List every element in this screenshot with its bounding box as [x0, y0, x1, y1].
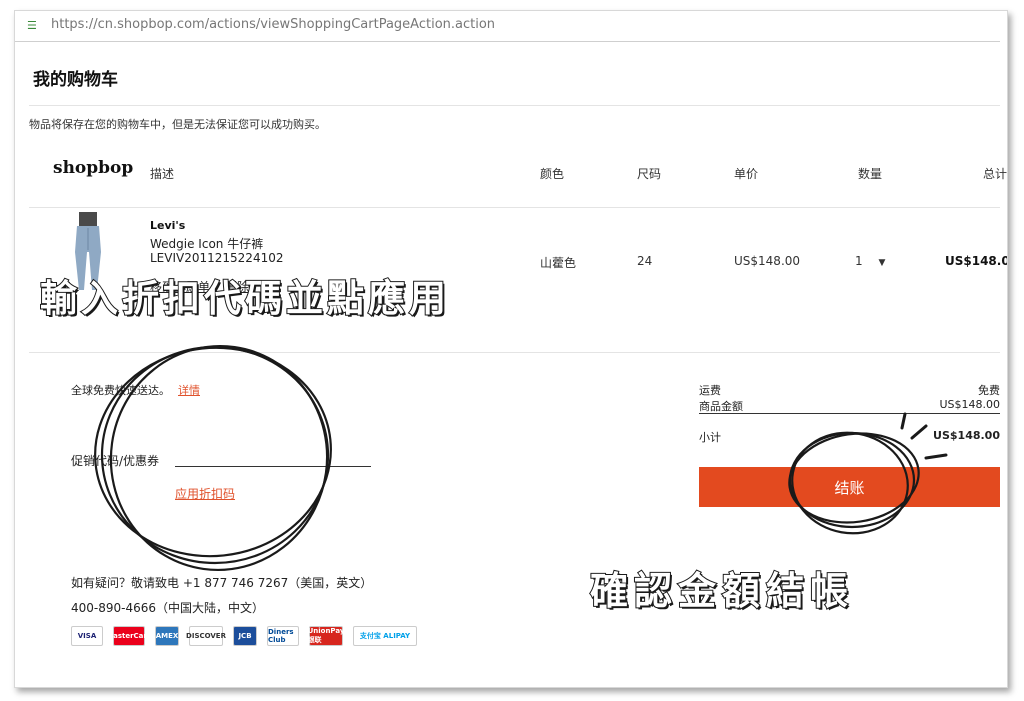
promo-code-input[interactable] [175, 446, 371, 467]
chevron-down-icon: ▼ [878, 258, 886, 268]
payment-badge-2: AMEX [155, 626, 179, 646]
merchandise-label: 商品金额 [699, 400, 743, 413]
checkout-button[interactable]: 结账 [699, 467, 1000, 507]
header-unit-price: 单价 [734, 167, 759, 181]
annotation-apply-code: 輸入折扣代碼並點應用 [39, 276, 450, 321]
quantity-value: 1 [855, 254, 863, 268]
merchandise-value: US$148.00 [939, 398, 1000, 411]
shipping-info: 全球免费快速送达。 详情 [71, 382, 200, 398]
cart-notice: 物品将保存在您的购物车中，但是无法保证您可以成功购买。 [29, 118, 326, 131]
subtotal-value: US$148.00 [933, 429, 1000, 442]
divider [29, 352, 1000, 353]
payment-badge-7: 支付宝 ALIPAY [353, 626, 417, 646]
shipping-fee-label: 运费 [699, 384, 721, 397]
help-phone-cn: 400-890-4666（中国大陆，中文） [71, 601, 265, 615]
payment-badge-4: JCB [233, 626, 257, 646]
subtotal-label: 小计 [699, 431, 721, 444]
item-color: 山藿色 [540, 256, 577, 270]
shipping-text: 全球免费快速送达。 [71, 384, 170, 397]
payment-badge-1: MasterCard [106, 626, 152, 646]
header-quantity: 数量 [858, 167, 883, 181]
shipping-details-link[interactable]: 详情 [178, 384, 200, 397]
item-unit-price: US$148.00 [734, 254, 801, 268]
page-title: 我的购物车 [33, 70, 118, 90]
annotation-confirm-amount: 確認金額結帳 [589, 568, 855, 614]
item-size: 24 [637, 254, 653, 268]
screenshot-frame: ☰ https://cn.shopbop.com/actions/viewSho… [14, 10, 1008, 688]
divider [29, 105, 1000, 106]
item-total: US$148.00 [945, 254, 1007, 268]
payment-badge-5: Diners Club [267, 626, 299, 646]
summary-divider [699, 413, 1000, 414]
product-brand[interactable]: Levi's [150, 219, 185, 232]
product-name[interactable]: Wedgie Icon 牛仔裤 [150, 235, 263, 252]
payment-badge-0: VISA [71, 626, 103, 646]
header-size: 尺码 [637, 167, 662, 181]
address-bar[interactable]: ☰ https://cn.shopbop.com/actions/viewSho… [15, 11, 1000, 42]
payment-badge-6: UnionPay 银联 [307, 626, 345, 646]
divider [29, 207, 1000, 208]
page-icon: ☰ [27, 19, 37, 32]
payment-badge-3: DISCOVER [186, 626, 226, 646]
header-description: 描述 [150, 167, 175, 181]
shopbop-logo[interactable]: shopbop [53, 158, 133, 178]
apply-promo-link[interactable]: 应用折扣码 [175, 485, 235, 502]
product-sku: LEVIV2011215224102 [150, 251, 284, 265]
url-text[interactable]: https://cn.shopbop.com/actions/viewShopp… [51, 17, 495, 32]
promo-label: 促销代码/优惠券 [71, 454, 160, 468]
help-phone-us: 如有疑问？敬请致电 +1 877 746 7267（美国，英文） [71, 576, 373, 590]
shipping-fee-value: 免费 [978, 384, 1000, 397]
header-total: 总计 [983, 167, 1008, 181]
quantity-select[interactable]: 1 ▼ [855, 254, 885, 268]
header-color: 颜色 [540, 167, 565, 181]
